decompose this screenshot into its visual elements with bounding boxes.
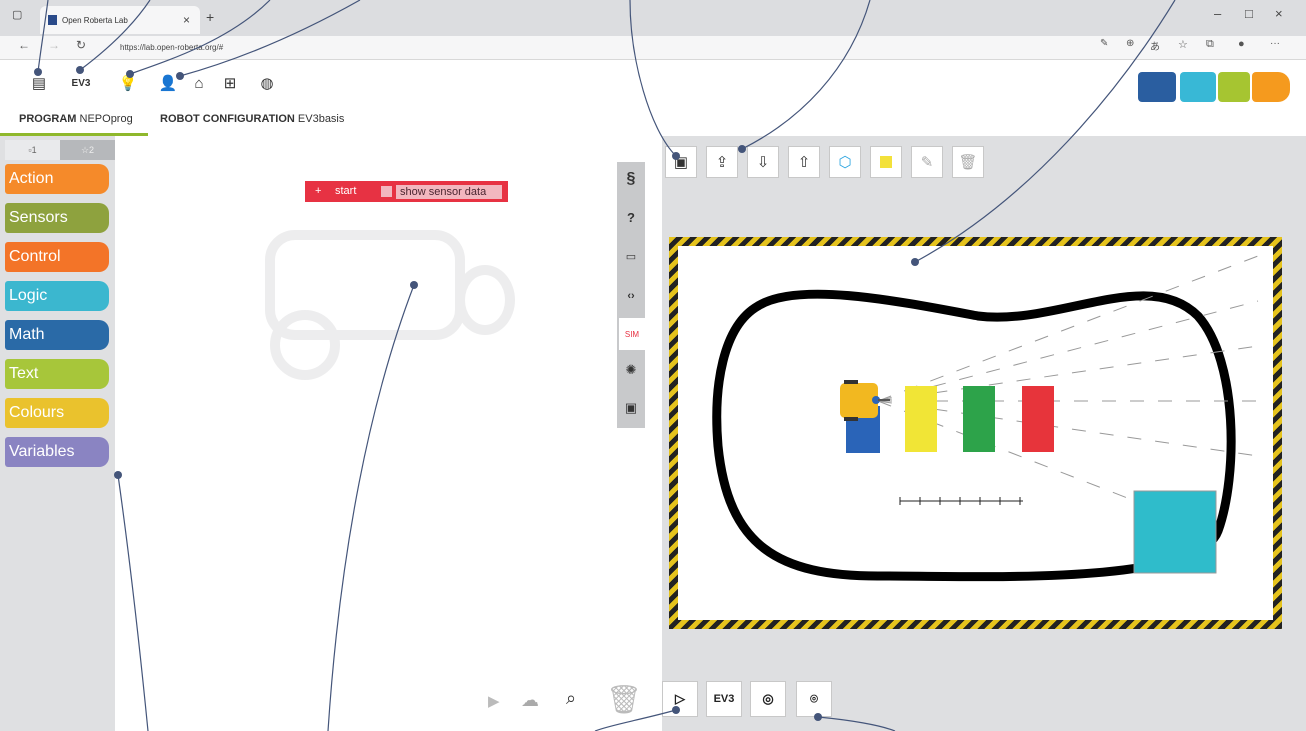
tab-title: Open Roberta Lab <box>62 15 128 25</box>
tab-robot-configuration[interactable]: ROBOT CONFIGURATION EV3basis <box>160 113 344 125</box>
sim-location-icon[interactable]: ⌾ <box>796 681 832 717</box>
sensor-data-checkbox[interactable] <box>381 186 392 197</box>
add-colour-area-icon[interactable] <box>870 146 902 178</box>
delete-obstacle-icon[interactable]: 🗑 <box>952 146 984 178</box>
toolbox-category-variables[interactable]: Variables <box>5 437 109 467</box>
import-icon[interactable]: ⇩ <box>747 146 779 178</box>
favorites-icon[interactable]: ☆ <box>1178 38 1188 51</box>
add-parameter-icon[interactable]: + <box>315 181 321 202</box>
tab-close-icon[interactable]: × <box>183 13 190 27</box>
camera-icon[interactable]: ▣ <box>617 392 645 424</box>
sim-play-button[interactable]: ▷ <box>662 681 698 717</box>
toolbox-category-sensors[interactable]: Sensors <box>5 203 109 233</box>
cyan-target-area <box>1133 490 1217 574</box>
language-globe-icon[interactable]: ◍ <box>256 72 278 94</box>
toolbox-category-colours[interactable]: Colours <box>5 398 109 428</box>
new-tab-button[interactable]: + <box>206 9 214 25</box>
toolbox-category-control[interactable]: Control <box>5 242 109 272</box>
run-program-icon[interactable]: ▶ <box>488 692 500 710</box>
workspace-watermark-wheel <box>455 265 515 335</box>
colour-picker-icon[interactable]: ✎ <box>911 146 943 178</box>
trash-icon[interactable]: 🗑 <box>606 683 642 716</box>
back-icon[interactable]: ← <box>18 38 30 52</box>
debug-bug-icon[interactable]: ✺ <box>617 354 645 386</box>
upload-icon[interactable]: ⇧ <box>788 146 820 178</box>
more-icon[interactable]: ··· <box>1270 38 1280 49</box>
save-cloud-icon[interactable]: ☁ <box>521 690 539 711</box>
toolbox-category-text[interactable]: Text <box>5 359 109 389</box>
translate-icon[interactable]: あ <box>1150 38 1160 53</box>
level-tab-1[interactable]: ▫1 <box>5 140 60 160</box>
level-tab-2[interactable]: ☆2 <box>60 140 115 160</box>
arena-scene <box>712 255 1259 582</box>
forward-icon[interactable]: → <box>48 38 60 52</box>
user-icon[interactable]: 👤 <box>157 72 179 94</box>
show-sensor-data-label: show sensor data <box>396 185 502 199</box>
source-code-icon[interactable]: ‹› <box>617 280 645 312</box>
edit-menu-icon[interactable]: ▤ <box>28 72 50 94</box>
sim-robot-button[interactable]: EV3 <box>706 681 742 717</box>
maximize-button[interactable]: □ <box>1245 6 1253 21</box>
tab-program[interactable]: PROGRAM NEPOprog <box>19 113 133 125</box>
ultrasonic-rays <box>877 255 1259 507</box>
toolbox-category-math[interactable]: Math <box>5 320 109 350</box>
lightbulb-help-icon[interactable]: 💡 <box>117 72 139 94</box>
ruler <box>899 497 1023 505</box>
export-icon[interactable]: ⇪ <box>706 146 738 178</box>
reload-icon[interactable]: ↻ <box>76 38 86 52</box>
yellow-colour-block <box>905 386 937 452</box>
robot-menu-button[interactable]: EV3 <box>70 72 92 94</box>
close-window-button[interactable]: × <box>1275 6 1283 21</box>
simulated-robot <box>840 380 890 421</box>
workspace-watermark-wheel <box>270 310 340 380</box>
profile-icon[interactable]: ● <box>1238 38 1245 50</box>
sim-sound-icon[interactable]: ◎ <box>750 681 786 717</box>
zoom-reset-icon[interactable]: ⌕ <box>566 688 576 709</box>
grid-apps-icon[interactable]: ⊞ <box>219 72 241 94</box>
minimize-button[interactable]: – <box>1214 6 1221 21</box>
gallery-icon[interactable]: ⌂ <box>188 72 210 94</box>
background-image-icon[interactable]: ▣ <box>665 146 697 178</box>
green-colour-block <box>963 386 995 452</box>
url-field[interactable]: https://lab.open-roberta.org/# <box>110 40 1140 56</box>
start-block-label: start <box>335 185 357 197</box>
help-icon[interactable]: ? <box>617 201 645 233</box>
toolbox-category-action[interactable]: Action <box>5 164 109 194</box>
red-colour-block <box>1022 386 1054 452</box>
toolbox-category-logic[interactable]: Logic <box>5 281 109 311</box>
browser-tab[interactable]: Open Roberta Lab × <box>40 6 200 34</box>
info-icon[interactable]: ▭ <box>617 240 645 272</box>
code-view-icon[interactable]: § <box>617 163 645 195</box>
favicon-icon <box>48 15 57 25</box>
simulation-tab[interactable]: SIM <box>617 318 645 350</box>
collections-icon[interactable]: ⧉ <box>1206 38 1214 51</box>
zoom-icon[interactable]: ⊕ <box>1126 38 1134 49</box>
tab-actions-icon[interactable]: ▢ <box>12 8 22 21</box>
read-aloud-icon[interactable]: ✎ <box>1100 38 1108 49</box>
add-obstacle-icon[interactable]: ⬡ <box>829 146 861 178</box>
